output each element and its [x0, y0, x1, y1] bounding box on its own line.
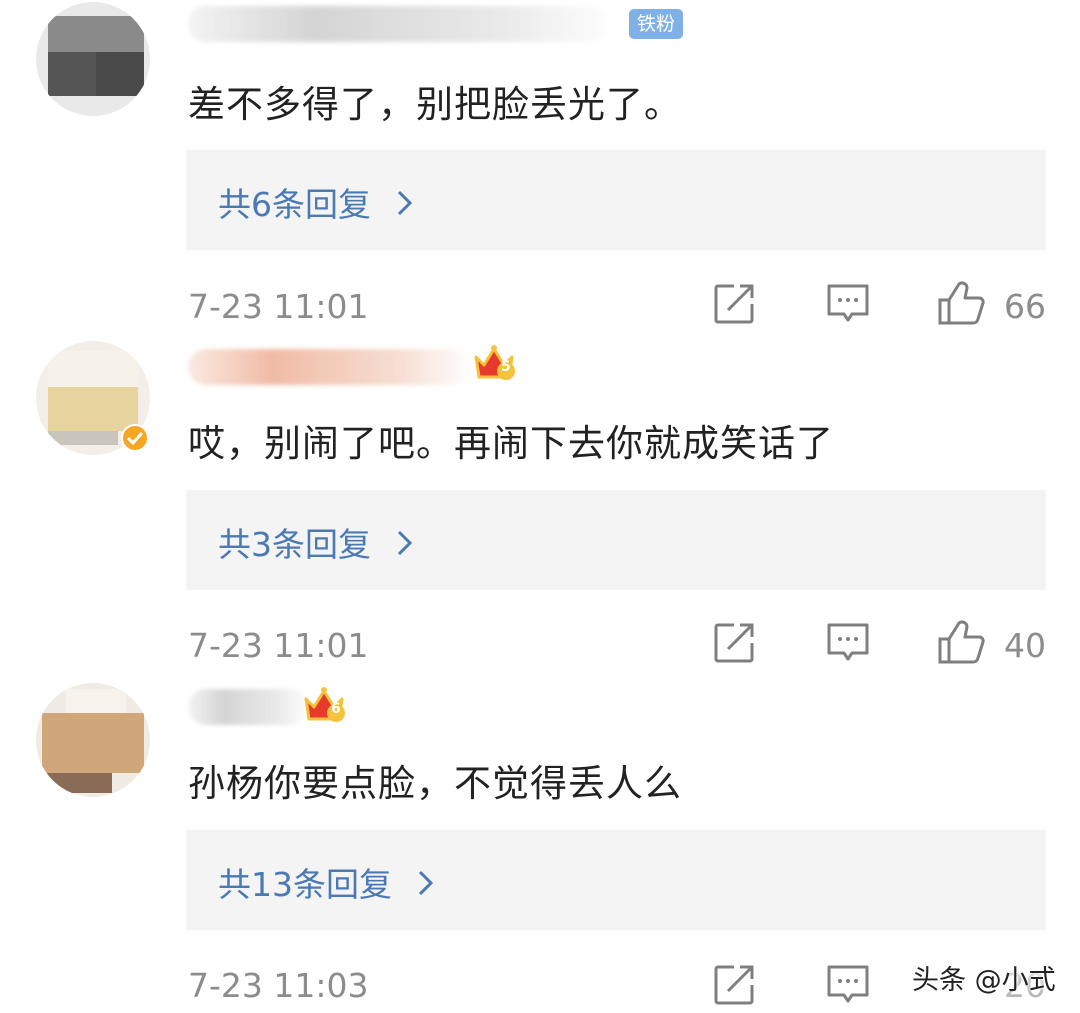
crown-level: 6 [331, 701, 341, 717]
comment-item: 铁粉 差不多得了，别把脸丢光了。 共6条回复 7-23 11:01 66 [0, 0, 1080, 335]
comment-icon[interactable] [826, 282, 870, 326]
view-replies-button[interactable]: 共6条回复 [186, 150, 1046, 250]
thumbs-up-icon[interactable] [937, 619, 985, 665]
avatar[interactable] [36, 683, 150, 797]
chevron-right-icon [397, 530, 412, 556]
username-blurred[interactable] [188, 689, 308, 725]
avatar[interactable] [36, 2, 150, 116]
verified-icon [121, 424, 149, 452]
like-count: 40 [1004, 626, 1046, 665]
comment-text: 差不多得了，别把脸丢光了。 [188, 83, 682, 126]
username-blurred[interactable] [188, 349, 468, 385]
view-replies-button[interactable]: 共13条回复 [186, 830, 1046, 930]
comment-item: 5 哎，别闹了吧。再闹下去你就成笑话了 共3条回复 7-23 11:01 40 [0, 335, 1080, 675]
replies-label: 共3条回复 [218, 518, 414, 566]
timestamp: 7-23 11:01 [188, 287, 369, 326]
crown-level: 5 [501, 359, 511, 375]
replies-label: 共6条回复 [218, 178, 414, 226]
share-icon[interactable] [712, 621, 756, 665]
chevron-right-icon [418, 870, 433, 896]
replies-label: 共13条回复 [218, 858, 435, 906]
comment-text: 孙杨你要点脸，不觉得丢人么 [188, 762, 682, 805]
timestamp: 7-23 11:01 [188, 626, 369, 665]
share-icon[interactable] [712, 282, 756, 326]
thumbs-up-icon[interactable] [937, 280, 985, 326]
timestamp: 7-23 11:03 [188, 966, 369, 1005]
like-count: 66 [1004, 287, 1046, 326]
comment-icon[interactable] [826, 963, 870, 1007]
chevron-right-icon [397, 190, 412, 216]
view-replies-button[interactable]: 共3条回复 [186, 490, 1046, 590]
username-blurred[interactable] [188, 6, 608, 42]
watermark: 头条 @小式 [912, 965, 1056, 996]
fan-badge: 铁粉 [629, 9, 684, 39]
share-icon[interactable] [712, 963, 756, 1007]
comment-icon[interactable] [826, 621, 870, 665]
comment-text: 哎，别闹了吧。再闹下去你就成笑话了 [188, 422, 834, 465]
